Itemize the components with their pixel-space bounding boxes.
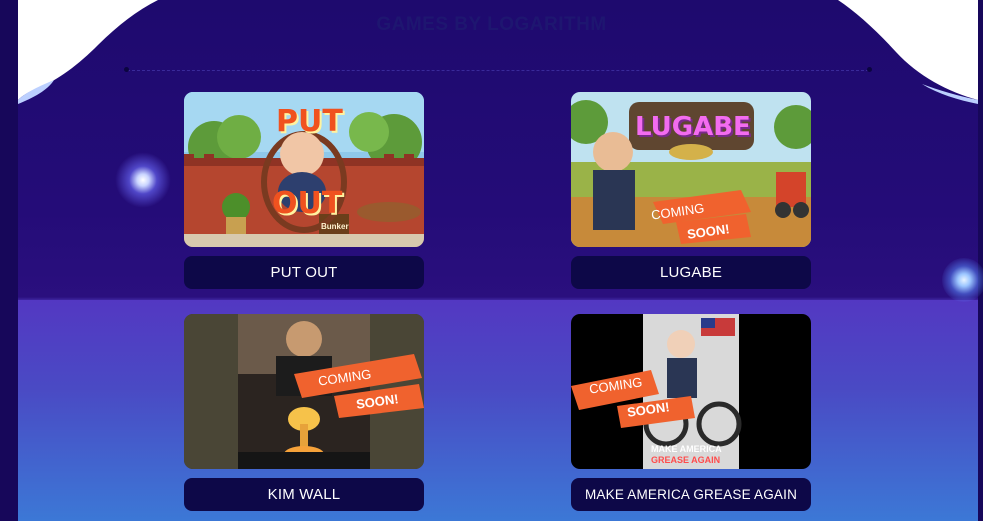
glow-orb-left	[115, 152, 171, 208]
thumb-logo-bottom: GREASE AGAIN	[651, 455, 721, 465]
games-page: GAMES BY LOGARITHM PUT OUT Bunker PUT OU…	[0, 0, 983, 521]
divider-dot-right	[867, 67, 872, 72]
game-thumbnail-make-america-grease-again[interactable]: COMING SOON! MAKE AMERICA GREASE AGAIN	[571, 314, 811, 469]
game-title-button-put-out[interactable]: PUT OUT	[184, 256, 424, 289]
game-thumbnail-lugabe[interactable]: LUGABE COMING SOON!	[571, 92, 811, 247]
game-card-make-america-grease-again[interactable]: COMING SOON! MAKE AMERICA GREASE AGAIN M…	[571, 314, 811, 511]
game-title-button-lugabe[interactable]: LUGABE	[571, 256, 811, 289]
right-edge	[978, 0, 983, 521]
title-divider	[124, 67, 872, 72]
game-title-button-make-america-grease-again[interactable]: MAKE AMERICA GREASE AGAIN	[571, 478, 811, 511]
thumb-title-top: PUT	[276, 104, 343, 139]
game-title-button-kim-wall[interactable]: KIM WALL	[184, 478, 424, 511]
thumb-title-lugabe: LUGABE	[635, 112, 751, 142]
glow-orb-right	[942, 258, 983, 302]
lower-background-band	[18, 300, 978, 521]
thumb-sign-text: Bunker	[321, 222, 349, 231]
left-edge	[0, 0, 18, 521]
divider-dot-left	[124, 67, 129, 72]
game-thumbnail-put-out[interactable]: PUT OUT Bunker	[184, 92, 424, 247]
game-thumbnail-kim-wall[interactable]: COMING SOON!	[184, 314, 424, 469]
game-card-put-out[interactable]: PUT OUT Bunker PUT OUT	[184, 92, 424, 289]
thumb-logo-top: MAKE AMERICA	[651, 444, 722, 454]
thumb-title-bottom: OUT	[272, 186, 343, 221]
game-card-kim-wall[interactable]: COMING SOON! KIM WALL	[184, 314, 424, 511]
game-card-lugabe[interactable]: LUGABE COMING SOON! LUGABE	[571, 92, 811, 289]
section-title: GAMES BY LOGARITHM	[376, 14, 607, 35]
